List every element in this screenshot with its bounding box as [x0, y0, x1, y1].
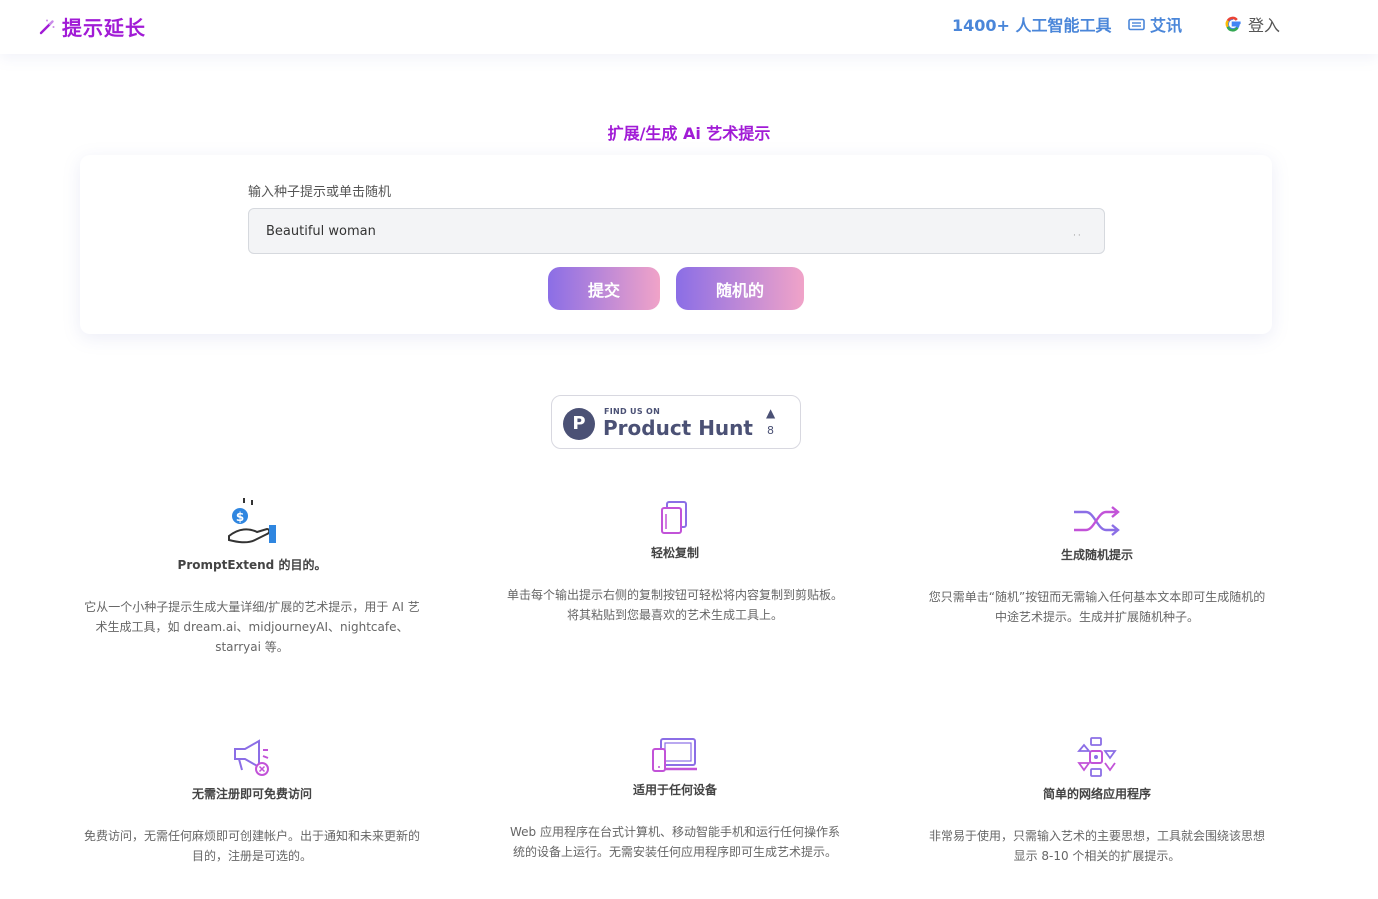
random-button[interactable]: 随机的	[676, 267, 804, 310]
feature-description: Web 应用程序在台式计算机、移动智能手机和运行任何操作系统的设备上运行。无需安…	[510, 825, 840, 859]
product-hunt-find-us: FIND US ON	[604, 407, 661, 416]
page-title: 扩展/生成 Ai 艺术提示	[607, 124, 771, 143]
nav-news-link[interactable]: 艾讯	[1128, 12, 1182, 36]
feature-description: 它从一个小种子提示生成大量详细/扩展的艺术提示，用于 AI 艺术生成工具，如 d…	[84, 600, 420, 654]
login-button[interactable]: 登入	[1224, 12, 1280, 36]
feature-description: 非常易于使用，只需输入艺术的主要思想，工具就会围绕该思想显示 8-10 个相关的…	[928, 829, 1265, 863]
seed-input-label: 输入种子提示或单击随机	[248, 185, 392, 200]
feature-simple-web-app: 简单的网络应用程序 非常易于使用，只需输入艺术的主要思想，工具就会围绕该思想显示…	[927, 737, 1267, 866]
prompt-card: 输入种子提示或单击随机 ·· 提交 随机的	[80, 155, 1272, 334]
upvote-arrow-icon: ▲	[766, 406, 776, 420]
feature-description: 您只需单击“随机”按钮而无需输入任何基本文本即可生成随机的中途艺术提示。生成并扩…	[928, 590, 1266, 624]
login-label: 登入	[1248, 16, 1281, 35]
feature-title: 简单的网络应用程序	[1042, 787, 1151, 801]
nav-ai-tools-link[interactable]: 1400+ 人工智能工具	[952, 12, 1112, 36]
feature-title: 适用于任何设备	[632, 783, 717, 797]
feature-random-prompt: 生成随机提示 您只需单击“随机”按钮而无需输入任何基本文本即可生成随机的中途艺术…	[927, 504, 1267, 627]
devices-icon	[652, 738, 697, 772]
feature-title: 生成随机提示	[1060, 548, 1133, 562]
product-hunt-badge[interactable]: P FIND US ON Product Hunt ▲ 8	[551, 395, 801, 449]
feature-purpose: $ PromptExtend 的目的。 它从一个小种子提示生成大量详细/扩展的艺…	[82, 496, 422, 657]
product-hunt-name: Product Hunt	[603, 416, 753, 440]
resize-handle-icon: ··	[1073, 231, 1083, 241]
feature-any-device: 适用于任何设备 Web 应用程序在台式计算机、移动智能手机和运行任何操作系统的设…	[505, 737, 845, 862]
feature-easy-copy: 轻松复制 单击每个输出提示右侧的复制按钮可轻松将内容复制到剪贴板。将其粘贴到您最…	[505, 500, 845, 625]
money-hand-icon: $	[228, 498, 276, 544]
product-hunt-logo-icon: P	[563, 408, 595, 440]
megaphone-icon	[234, 739, 269, 776]
seed-prompt-input[interactable]	[248, 208, 1105, 254]
logo-text: 提示延长	[62, 16, 146, 40]
app-flow-icon	[1077, 737, 1117, 777]
copy-icon	[661, 501, 687, 534]
top-header: 提示延长 1400+ 人工智能工具 艾讯 登入	[0, 0, 1378, 54]
nav-news-label: 艾讯	[1150, 16, 1183, 35]
shuffle-icon	[1074, 506, 1120, 536]
feature-free-access: 无需注册即可免费访问 免费访问，无需任何麻烦即可创建帐户。出于通知和未来更新的目…	[82, 737, 422, 866]
feature-title: 轻松复制	[650, 546, 699, 560]
feature-title: 无需注册即可免费访问	[191, 787, 312, 801]
svg-text:$: $	[236, 510, 244, 524]
site-logo[interactable]: 提示延长	[38, 12, 146, 41]
feature-description: 免费访问，无需任何麻烦即可创建帐户。出于通知和未来更新的目的，注册是可选的。	[83, 829, 420, 863]
newspaper-icon	[1128, 18, 1145, 30]
submit-button[interactable]: 提交	[548, 267, 660, 310]
magic-wand-icon	[39, 19, 55, 34]
feature-description: 单击每个输出提示右侧的复制按钮可轻松将内容复制到剪贴板。将其粘贴到您最喜欢的艺术…	[506, 588, 843, 622]
upvote-count: 8	[767, 424, 774, 437]
feature-title: PromptExtend 的目的。	[177, 558, 327, 572]
google-icon	[1225, 16, 1241, 32]
